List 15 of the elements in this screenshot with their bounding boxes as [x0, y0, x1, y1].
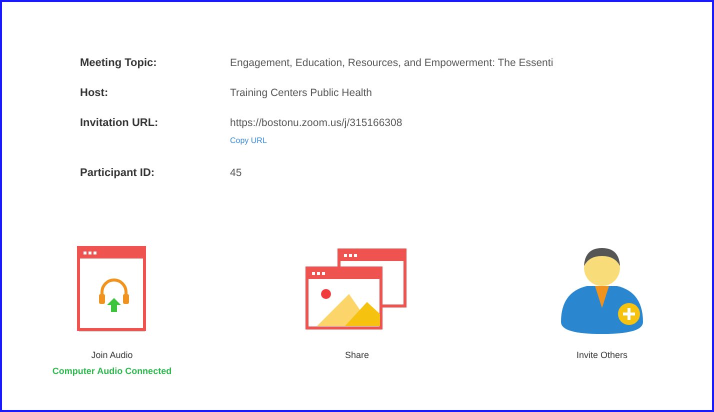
copy-url-link[interactable]: Copy URL — [230, 136, 267, 146]
action-label: Join Audio — [91, 350, 133, 360]
field-label: Host: — [80, 86, 110, 101]
field-value: https://bostonu.zoom.us/j/315166308 — [230, 116, 402, 130]
audio-status: Computer Audio Connected — [52, 366, 172, 376]
field-label: Participant ID: — [80, 166, 156, 181]
action-label: Share — [344, 350, 370, 360]
headphones-window-icon — [77, 246, 147, 334]
field-value: Training Centers Public Health — [230, 86, 372, 100]
field-label: Meeting Topic: — [80, 56, 158, 71]
field-value: 45 — [230, 166, 242, 180]
field-label: Invitation URL: — [80, 116, 160, 131]
action-label: Invite Others — [576, 350, 628, 360]
field-value: Engagement, Education, Resources, and Empowerment: The Essenti — [230, 56, 554, 70]
image-windows-icon — [305, 248, 409, 332]
